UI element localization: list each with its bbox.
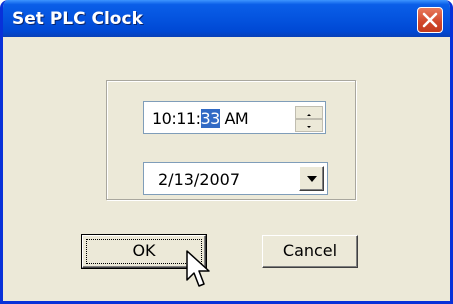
time-picker[interactable]: 10:11:33 AM xyxy=(143,101,326,134)
time-hours-minutes: 10:11: xyxy=(152,109,201,128)
time-value[interactable]: 10:11:33 AM xyxy=(152,109,249,128)
chevron-down-icon xyxy=(307,176,317,182)
close-button[interactable] xyxy=(417,7,443,33)
focus-rectangle xyxy=(86,239,202,264)
spin-down-icon xyxy=(307,126,311,128)
date-picker[interactable]: 2/13/2007 xyxy=(143,162,328,195)
spin-up-button[interactable] xyxy=(295,106,323,119)
date-value: 2/13/2007 xyxy=(158,170,241,189)
window-title: Set PLC Clock xyxy=(12,9,143,29)
time-ampm: AM xyxy=(219,109,249,128)
mouse-pointer-icon xyxy=(186,250,210,287)
time-spinner[interactable] xyxy=(295,106,323,132)
date-dropdown-button[interactable] xyxy=(299,166,324,191)
cancel-label: Cancel xyxy=(282,241,338,260)
spin-down-button[interactable] xyxy=(295,119,323,132)
time-seconds-selected[interactable]: 33 xyxy=(200,109,220,128)
cancel-button[interactable]: Cancel xyxy=(262,235,358,268)
close-icon xyxy=(422,12,438,28)
title-bar[interactable]: Set PLC Clock xyxy=(3,0,450,37)
